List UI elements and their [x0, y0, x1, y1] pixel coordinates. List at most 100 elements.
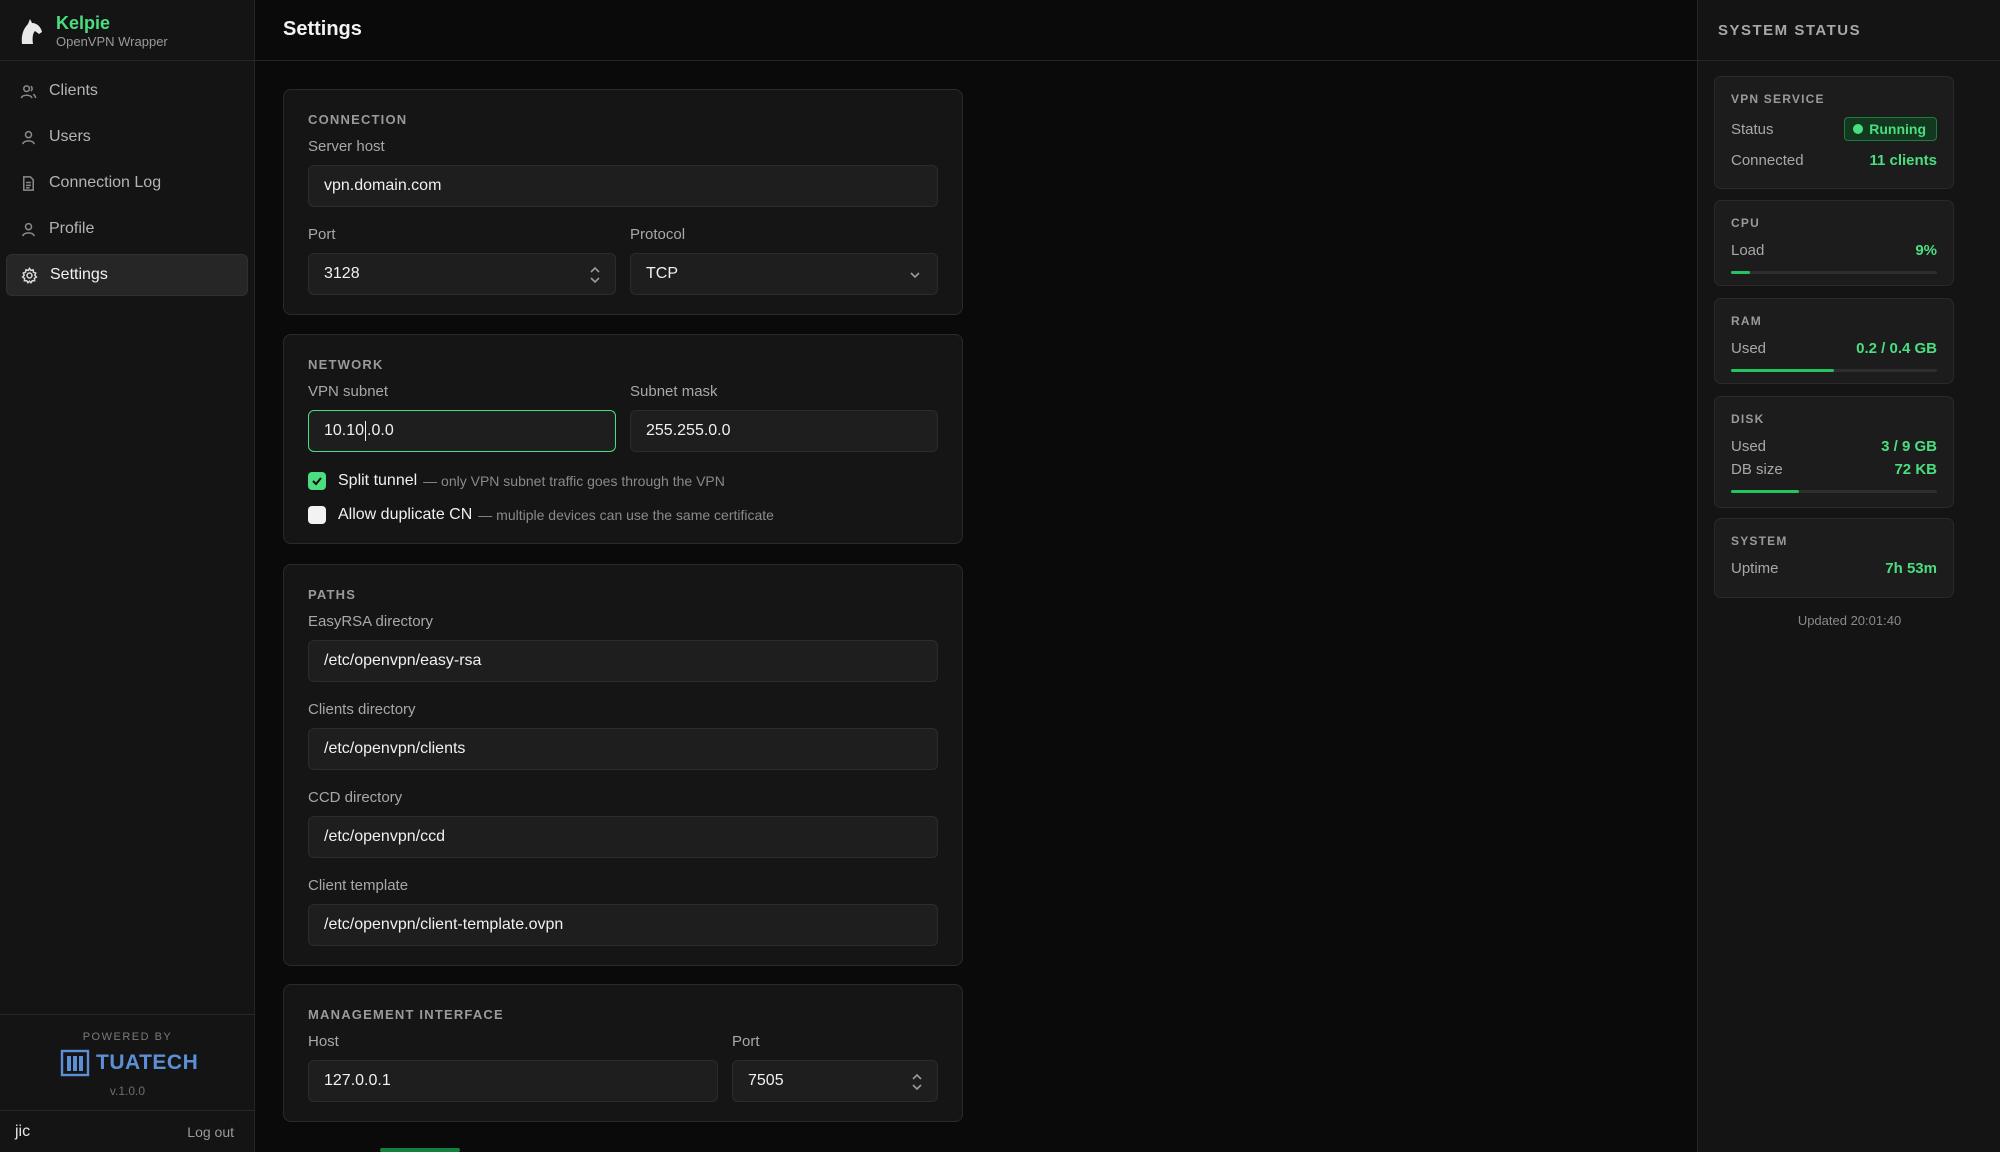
- duplicate-cn-label: Allow duplicate CN: [338, 506, 473, 523]
- status-value: Running: [1869, 121, 1926, 137]
- server-host-input[interactable]: vpn.domain.com: [308, 165, 938, 207]
- tuatech-logo-icon: [60, 1049, 90, 1077]
- mgmt-port-label: Port: [732, 1033, 760, 1050]
- server-host-label: Server host: [308, 138, 385, 155]
- stepper-arrows-icon[interactable]: [911, 1072, 923, 1092]
- split-tunnel-hint: — only VPN subnet traffic goes through t…: [423, 473, 725, 489]
- card-title: RAM: [1731, 314, 1762, 328]
- easyrsa-label: EasyRSA directory: [308, 613, 434, 630]
- system-card: SYSTEM Uptime 7h 53m: [1714, 518, 1954, 598]
- cpu-card: CPU Load 9%: [1714, 200, 1954, 286]
- easyrsa-input[interactable]: /etc/openvpn/easy-rsa: [308, 640, 938, 682]
- sidebar-item-label: Connection Log: [49, 174, 162, 191]
- ram-progress-bar: [1731, 369, 1937, 372]
- user-icon: [22, 222, 35, 236]
- brand[interactable]: Kelpie OpenVPN Wrapper: [18, 10, 168, 52]
- stepper-arrows-icon[interactable]: [589, 265, 601, 285]
- gear-icon: [21, 266, 38, 284]
- db-size-label: DB size: [1731, 461, 1783, 478]
- mgmt-host-label: Host: [308, 1033, 339, 1050]
- client-template-label: Client template: [308, 877, 409, 894]
- vpn-subnet-value-after-caret: .0.0: [367, 422, 394, 439]
- client-template-input[interactable]: /etc/openvpn/client-template.ovpn: [308, 904, 938, 946]
- vpn-subnet-value-before-caret: 10.10: [324, 422, 365, 439]
- sidebar-nav: Clients Users Connection Log Profile Set…: [6, 70, 248, 300]
- uptime-label: Uptime: [1731, 560, 1779, 577]
- cpu-load-label: Load: [1731, 242, 1765, 259]
- powered-by-label: POWERED BY: [82, 1031, 173, 1043]
- mgmt-host-value: 127.0.0.1: [324, 1072, 391, 1089]
- checkmark-icon: [312, 477, 322, 486]
- status-dot-icon: [1853, 124, 1864, 134]
- disk-card: DISK Used 3 / 9 GB DB size 72 KB: [1714, 396, 1954, 508]
- cpu-progress-bar: [1731, 271, 1937, 274]
- cpu-load-value: 9%: [1915, 242, 1937, 259]
- user-row: jic Log out: [0, 1110, 254, 1152]
- duplicate-cn-checkbox[interactable]: [308, 506, 326, 524]
- mgmt-host-input[interactable]: 127.0.0.1: [308, 1060, 718, 1102]
- ccd-dir-input[interactable]: /etc/openvpn/ccd: [308, 816, 938, 858]
- clients-dir-value: /etc/openvpn/clients: [324, 740, 466, 757]
- ccd-dir-value: /etc/openvpn/ccd: [324, 828, 445, 845]
- duplicate-cn-row[interactable]: Allow duplicate CN — multiple devices ca…: [308, 506, 774, 524]
- section-title: MANAGEMENT INTERFACE: [308, 1007, 504, 1022]
- sidebar-item-connection-log[interactable]: Connection Log: [6, 162, 248, 204]
- section-title: CONNECTION: [308, 112, 408, 127]
- vpn-subnet-label: VPN subnet: [308, 383, 389, 400]
- uptime-value: 7h 53m: [1885, 560, 1937, 577]
- brand-name: Kelpie: [56, 13, 111, 33]
- vpn-service-card: VPN SERVICE Status Running Connected 11 …: [1714, 76, 1954, 189]
- connected-label: Connected: [1731, 152, 1804, 169]
- sidebar: Kelpie OpenVPN Wrapper Clients Users Con…: [0, 0, 255, 1152]
- save-button-edge[interactable]: [380, 1148, 460, 1152]
- disk-used-value: 3 / 9 GB: [1881, 438, 1937, 455]
- sidebar-item-profile[interactable]: Profile: [6, 208, 248, 250]
- port-value: 3128: [324, 265, 360, 282]
- split-tunnel-row[interactable]: Split tunnel — only VPN subnet traffic g…: [308, 472, 725, 490]
- protocol-label: Protocol: [630, 226, 686, 243]
- ram-used-value: 0.2 / 0.4 GB: [1856, 340, 1937, 357]
- status-label: Status: [1731, 121, 1774, 138]
- paths-section: PATHS EasyRSA directory /etc/openvpn/eas…: [283, 564, 963, 966]
- divider: [0, 1014, 254, 1015]
- card-title: CPU: [1731, 216, 1760, 230]
- disk-progress-fill: [1731, 490, 1799, 493]
- management-section: MANAGEMENT INTERFACE Host 127.0.0.1 Port…: [283, 984, 963, 1122]
- divider: [0, 60, 254, 61]
- brand-subtitle: OpenVPN Wrapper: [56, 34, 168, 49]
- sidebar-item-clients[interactable]: Clients: [6, 70, 248, 112]
- username: jic: [15, 1122, 31, 1140]
- text-caret: [365, 421, 367, 441]
- connected-value: 11 clients: [1869, 152, 1937, 169]
- sidebar-item-label: Users: [49, 128, 91, 145]
- disk-used-label: Used: [1731, 438, 1767, 455]
- sidebar-item-users[interactable]: Users: [6, 116, 248, 158]
- client-template-value: /etc/openvpn/client-template.ovpn: [324, 916, 564, 933]
- top-bar: Settings: [255, 0, 1697, 61]
- split-tunnel-checkbox[interactable]: [308, 472, 326, 490]
- card-title: DISK: [1731, 412, 1765, 426]
- vpn-subnet-input[interactable]: 10.10.0.0: [308, 410, 616, 452]
- db-size-value: 72 KB: [1894, 461, 1937, 478]
- page-title: Settings: [283, 18, 362, 40]
- kelpie-horse-logo-icon: [21, 19, 42, 44]
- network-section: NETWORK VPN subnet 10.10.0.0 Subnet mask…: [283, 334, 963, 544]
- clients-dir-input[interactable]: /etc/openvpn/clients: [308, 728, 938, 770]
- clients-dir-label: Clients directory: [308, 701, 416, 718]
- version-label: v.1.0.0: [109, 1084, 146, 1098]
- updated-timestamp: Updated 20:01:40: [1797, 613, 1902, 628]
- subnet-mask-input[interactable]: 255.255.0.0: [630, 410, 938, 452]
- protocol-select[interactable]: TCP: [630, 253, 938, 295]
- cpu-progress-fill: [1731, 271, 1750, 274]
- easyrsa-value: /etc/openvpn/easy-rsa: [324, 652, 482, 669]
- sidebar-item-label: Profile: [49, 220, 95, 237]
- sidebar-item-label: Settings: [50, 266, 108, 283]
- logout-link[interactable]: Log out: [187, 1124, 234, 1140]
- sidebar-item-settings[interactable]: Settings: [6, 254, 248, 296]
- port-input[interactable]: 3128: [308, 253, 616, 295]
- ram-card: RAM Used 0.2 / 0.4 GB: [1714, 298, 1954, 384]
- protocol-value: TCP: [646, 265, 678, 282]
- duplicate-cn-hint: — multiple devices can use the same cert…: [478, 507, 774, 523]
- subnet-mask-label: Subnet mask: [630, 383, 718, 400]
- mgmt-port-input[interactable]: 7505: [732, 1060, 938, 1102]
